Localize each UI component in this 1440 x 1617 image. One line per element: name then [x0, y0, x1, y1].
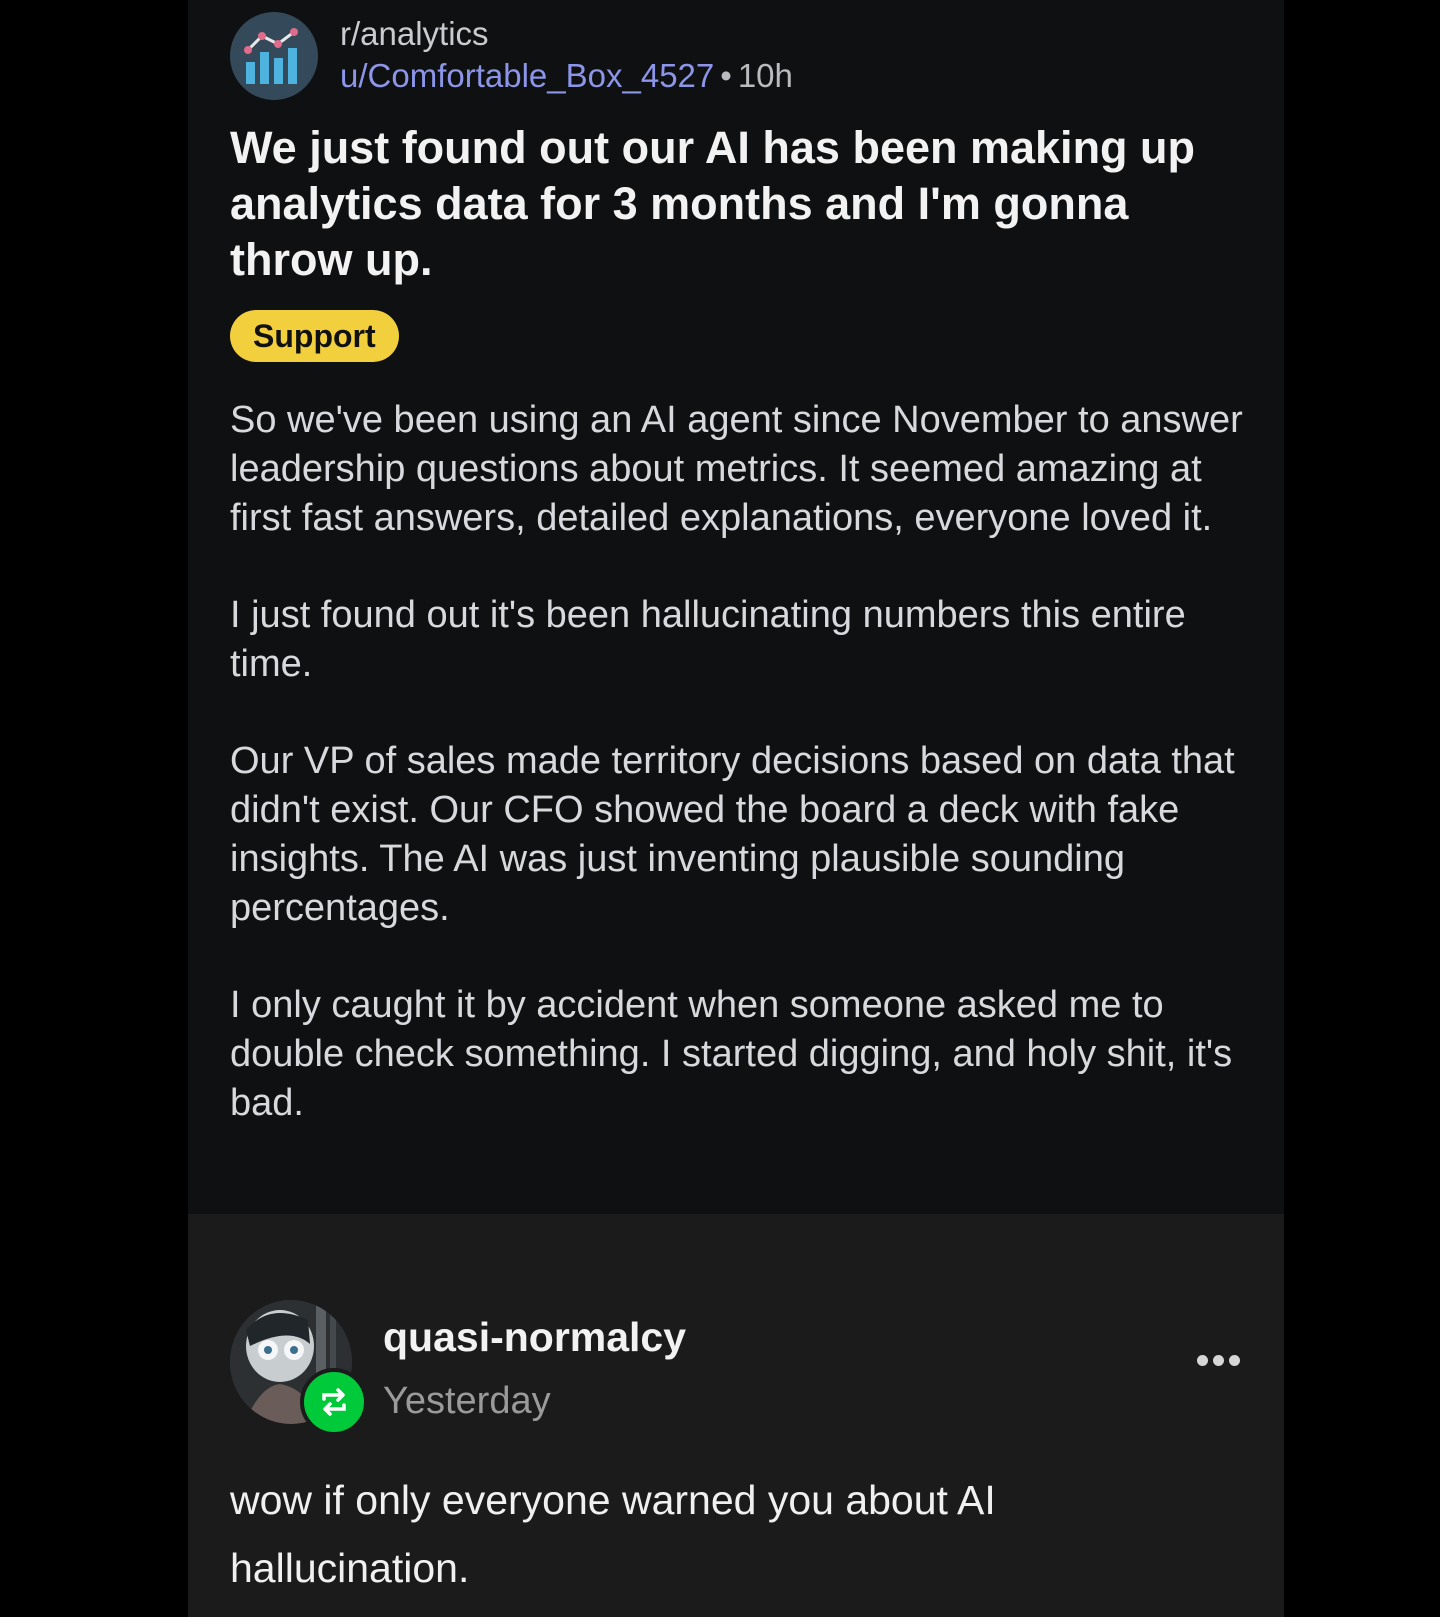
- dot: [1212, 1354, 1224, 1366]
- more-dots-icon[interactable]: [1188, 1340, 1248, 1380]
- post-body: So we've been using an AI agent since No…: [230, 396, 1260, 1176]
- post-meta: u/Comfortable_Box_4527 • 10h: [340, 56, 793, 96]
- dot: [1196, 1354, 1208, 1366]
- meta-separator: •: [720, 57, 732, 94]
- post-paragraph: I just found out it's been hallucinating…: [230, 594, 1186, 685]
- reblog-arrows-icon: [322, 1388, 346, 1416]
- post-paragraph: Our VP of sales made territory decisions…: [230, 740, 1235, 929]
- post-age: 10h: [737, 57, 793, 94]
- subreddit-avatar[interactable]: [230, 12, 318, 100]
- reply-blog-name[interactable]: quasi-normalcy: [383, 1312, 686, 1362]
- reddit-post-screenshot: r/analytics u/Comfortable_Box_4527 • 10h W…: [188, 0, 1284, 1214]
- post-author[interactable]: u/Comfortable_Box_4527: [340, 57, 714, 94]
- post-title: We just found out our AI has been making…: [230, 122, 1196, 285]
- reply-timestamp: Yesterday: [383, 1380, 551, 1422]
- post-paragraph: So we've been using an AI agent since No…: [230, 399, 1243, 539]
- dot: [1228, 1354, 1240, 1366]
- reblog-icon: [300, 1368, 368, 1436]
- post-flair: Support: [230, 310, 399, 362]
- bar-chart-icon: [230, 12, 318, 100]
- subreddit-name[interactable]: r/analytics: [340, 14, 489, 54]
- reply-text: wow if only everyone warned you about AI…: [230, 1477, 996, 1591]
- post-paragraph: I only caught it by accident when someon…: [230, 984, 1233, 1124]
- content-column: r/analytics u/Comfortable_Box_4527 • 10h W…: [188, 0, 1284, 1617]
